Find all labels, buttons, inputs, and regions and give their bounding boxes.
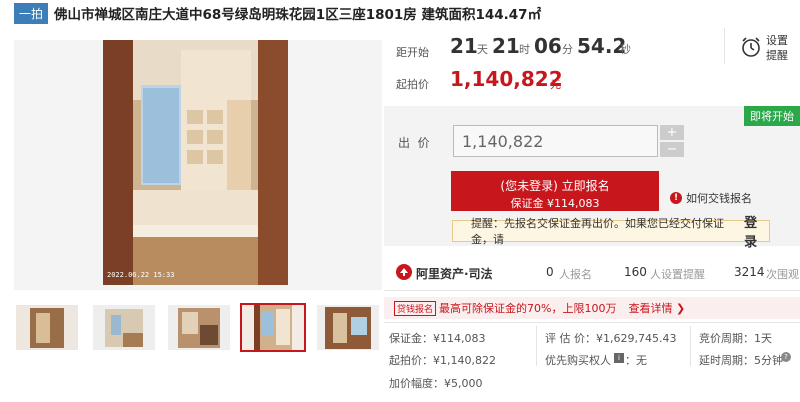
thumbnail-3[interactable] [168,305,230,350]
countdown-days-unit: 天 [477,43,488,56]
delay-help-icon[interactable]: ? [781,352,791,362]
divider [724,28,725,64]
platform-logo-icon [396,264,412,283]
page-title-bar: 一拍 佛山市禅城区南庄大道中68号绿岛明珠花园1区三座1801房 建筑面积144… [0,0,800,26]
signup-count-label: 人报名 [559,268,592,281]
photo-timestamp: 2022.06.22 15:33 [107,271,175,279]
signup-button[interactable]: (您未登录) 立即报名 保证金 ¥114,083 [451,171,659,211]
divider [384,290,800,291]
bid-label: 出 价 [398,136,430,150]
increment-info: 加价幅度：¥5,000 [389,377,483,390]
divider [690,326,691,366]
platform-logo-text: 阿里资产·司法 [416,267,493,281]
main-image-viewer[interactable]: 2022.06.22 15:33 [14,40,382,324]
bid-increase-button[interactable]: + [660,125,684,140]
countdown-hours: 21 [492,34,520,58]
reminder-count: 160 [624,265,647,279]
set-reminder-button[interactable]: 设置 提醒 [740,32,794,64]
signup-count: 0 [546,265,554,279]
thumbnail-strip [14,303,384,355]
divider [536,326,537,366]
login-tip: 提醒：先报名交保证金再出价。如果您已经交付保证金，请 登录 [452,216,770,250]
divider [384,322,800,323]
loan-text: 最高可除保证金的70%，上限100万 [439,302,617,315]
reminder-count-label: 人设置提醒 [650,268,705,281]
priority-value: ：无 [625,354,647,367]
page-title: 佛山市禅城区南庄大道中68号绿岛明珠花园1区三座1801房 建筑面积144.47… [54,7,542,23]
platform-stats: 阿里资产·司法 0 人报名 160 人设置提醒 3214 次围观 [384,258,800,288]
countdown-hours-unit: 时 [519,43,530,56]
countdown-minutes-unit: 分 [562,43,573,56]
signup-line-2: 保证金 ¥114,083 [510,197,600,210]
alarm-clock-icon [740,36,762,62]
howto-label: 如何交钱报名 [686,192,752,205]
loan-detail-link[interactable]: 查看详情 ❯ [628,300,685,316]
loan-promo-banner[interactable]: 贷钱报名 最高可除保证金的70%，上限100万 查看详情 ❯ [384,297,800,319]
login-link[interactable]: 登录 [744,212,769,250]
view-count-label: 次围观 [766,268,799,281]
start-price-value: 1,140,822 [450,67,563,91]
start-price-label: 起拍价 [396,78,429,91]
appraisal-info: 评 估 价：¥1,629,745.43 [545,332,677,345]
cycle-info: 竞价周期：1天 [699,332,772,345]
delay-info: 延时周期：5分钟 [699,354,783,367]
countdown-panel: 距开始 21 天 21 时 06 分 54.2 秒 设置 提醒 起拍价 1,14… [384,26,800,104]
auction-round-tag: 一拍 [14,2,49,24]
tip-text: 提醒：先报名交保证金再出价。如果您已经交付保证金，请 [471,217,724,246]
countdown-seconds: 54.2 [577,34,627,58]
loan-badge: 贷钱报名 [394,300,437,316]
thumbnail-5[interactable] [317,305,379,350]
start-price-unit: 元 [550,78,561,91]
bid-panel: 即将开始 出 价 1,140,822 + − (您未登录) 立即报名 保证金 ¥… [384,106,800,250]
thumbnail-2[interactable] [93,305,155,350]
countdown-minutes: 06 [534,34,562,58]
deposit-info: 保证金：¥114,083 [389,332,486,345]
thumbnail-4-selected[interactable] [240,303,306,352]
countdown-label: 距开始 [396,46,429,59]
thumbnail-1[interactable] [16,305,78,350]
reminder-label-2: 提醒 [766,49,788,62]
countdown-days: 21 [450,34,478,58]
start-price-info: 起拍价：¥1,140,822 [389,354,496,367]
view-count: 3214 [734,265,765,279]
countdown-seconds-unit: 秒 [620,43,631,56]
priority-label: 优先购买权人 [545,354,611,367]
warning-icon: ! [670,192,682,204]
bid-decrease-button[interactable]: − [660,142,684,157]
reminder-label-1: 设置 [766,34,788,47]
signup-line-1: (您未登录) 立即报名 [500,179,610,193]
main-photo: 2022.06.22 15:33 [103,40,288,285]
bid-amount-input[interactable]: 1,140,822 [453,125,658,157]
priority-help-icon[interactable]: i [614,353,624,363]
howto-link[interactable]: ! 如何交钱报名 [670,190,752,206]
status-badge: 即将开始 [744,106,800,126]
